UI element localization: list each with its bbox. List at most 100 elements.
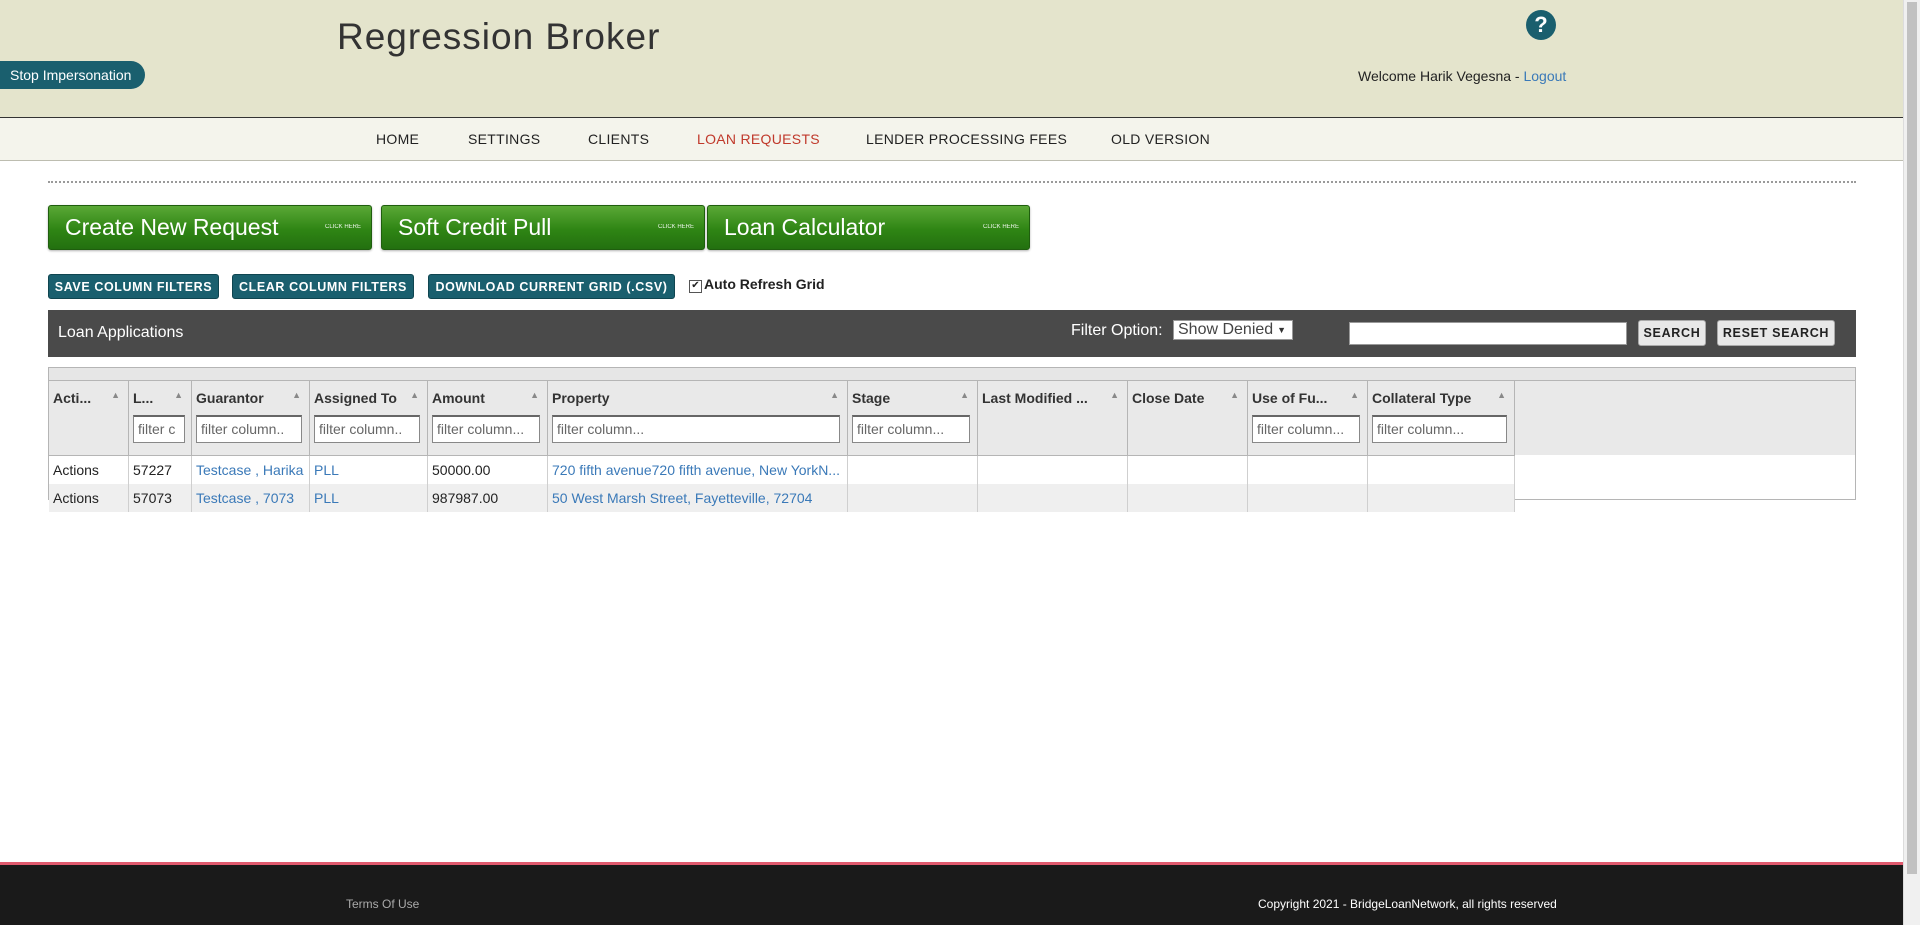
column-label: Close Date [1132,390,1205,406]
stop-impersonation-button[interactable]: Stop Impersonation [0,61,146,89]
table-row: Actions 57227 Testcase , Harika PLL 5000… [49,456,1515,484]
page-title: Regression Broker [337,16,661,57]
nav-lender-processing-fees[interactable]: LENDER PROCESSING FEES [866,131,1067,147]
sort-icon[interactable]: ▲ [292,390,301,400]
sort-icon[interactable]: ▲ [1110,390,1119,400]
column-header-stage[interactable]: Stage ▲ filter column... [848,381,978,455]
welcome-message: Welcome Harik Vegesna - Logout [1358,68,1566,84]
header: Regression Broker Stop Impersonation ? W… [0,0,1903,118]
search-button[interactable]: SEARCH [1638,320,1706,346]
save-column-filters-button[interactable]: SAVE COLUMN FILTERS [48,274,219,299]
soft-credit-pull-button[interactable]: Soft Credit Pull CLICK HERE [381,205,705,250]
cell-stage [848,456,978,484]
cell-loan-id: 57227 [129,456,192,484]
table-top-strip [49,368,1855,381]
create-new-request-button[interactable]: Create New Request CLICK HERE [48,205,372,250]
scrollbar-thumb[interactable] [1907,2,1917,874]
grid-title: Loan Applications [58,324,184,341]
cell-guarantor[interactable]: Testcase , 7073 [192,484,310,512]
column-header-close-date[interactable]: Close Date ▲ [1128,381,1248,455]
cell-collateral-type [1368,484,1515,512]
filter-option-select[interactable]: Show Denied ▼ [1173,320,1293,340]
column-label: Acti... [53,390,92,406]
filter-input-property[interactable]: filter column... [552,415,840,443]
filter-input-loan-id[interactable]: filter c [133,415,185,443]
main-nav: HOME SETTINGS CLIENTS LOAN REQUESTS LEND… [0,118,1903,161]
cell-actions[interactable]: Actions [49,484,129,512]
filter-option-label: Filter Option: [1071,322,1163,339]
cell-amount: 987987.00 [428,484,548,512]
soft-credit-pull-label: Soft Credit Pull [398,214,552,240]
column-header-amount[interactable]: Amount ▲ filter column... [428,381,548,455]
clear-column-filters-button[interactable]: CLEAR COLUMN FILTERS [232,274,414,299]
cell-close-date [1128,484,1248,512]
filter-input-collateral-type[interactable]: filter column... [1372,415,1507,443]
cell-property[interactable]: 50 West Marsh Street, Fayetteville, 7270… [548,484,848,512]
cell-property[interactable]: 720 fifth avenue720 fifth avenue, New Yo… [548,456,848,484]
loan-calculator-button[interactable]: Loan Calculator CLICK HERE [707,205,1030,250]
cell-assigned-to[interactable]: PLL [310,484,428,512]
auto-refresh-checkbox[interactable]: ✔ [689,280,702,293]
filter-input-use-of-funds[interactable]: filter column... [1252,415,1360,443]
cell-guarantor[interactable]: Testcase , Harika [192,456,310,484]
cell-actions[interactable]: Actions [49,456,129,484]
sort-icon[interactable]: ▲ [960,390,969,400]
copyright-text: Copyright 2021 - BridgeLoanNetwork, all … [1258,897,1557,911]
filter-input-amount[interactable]: filter column... [432,415,540,443]
cell-assigned-to[interactable]: PLL [310,456,428,484]
nav-old-version[interactable]: OLD VERSION [1111,131,1210,147]
welcome-text: Welcome Harik Vegesna - [1358,68,1524,84]
terms-of-use-link[interactable]: Terms Of Use [346,897,419,911]
sort-icon[interactable]: ▲ [174,390,183,400]
table-row: Actions 57073 Testcase , 7073 PLL 987987… [49,484,1515,512]
column-label: Stage [852,390,891,406]
nav-loan-requests[interactable]: LOAN REQUESTS [697,131,820,147]
create-new-request-label: Create New Request [65,214,279,240]
logout-link[interactable]: Logout [1523,68,1566,84]
column-header-property[interactable]: Property ▲ filter column... [548,381,848,455]
search-input[interactable] [1349,322,1627,345]
column-label: Guarantor [196,390,264,406]
column-header-collateral-type[interactable]: Collateral Type ▲ filter column... [1368,381,1515,455]
header-filler [1515,381,1855,455]
column-label: Amount [432,390,485,406]
click-here-label: CLICK HERE [982,224,1019,230]
column-header-guarantor[interactable]: Guarantor ▲ filter column.. [192,381,310,455]
cell-last-modified [978,484,1128,512]
column-header-last-modified[interactable]: Last Modified ... ▲ [978,381,1128,455]
column-header-loan-id[interactable]: L... ▲ filter c [129,381,192,455]
help-icon[interactable]: ? [1526,10,1556,40]
sort-icon[interactable]: ▲ [111,390,120,400]
column-label: Last Modified ... [982,390,1088,406]
filter-input-guarantor[interactable]: filter column.. [196,415,302,443]
sort-icon[interactable]: ▲ [410,390,419,400]
column-label: Property [552,390,610,406]
filter-input-stage[interactable]: filter column... [852,415,970,443]
loan-applications-table: Acti... ▲ L... ▲ filter c Guarantor ▲ fi… [48,367,1856,512]
download-csv-button[interactable]: DOWNLOAD CURRENT GRID (.CSV) [428,274,675,299]
divider [48,181,1856,183]
column-label: Collateral Type [1372,390,1472,406]
click-here-label: CLICK HERE [324,224,361,230]
sort-icon[interactable]: ▲ [1230,390,1239,400]
nav-clients[interactable]: CLIENTS [588,131,649,147]
cell-close-date [1128,456,1248,484]
sort-icon[interactable]: ▲ [1497,390,1506,400]
chevron-down-icon: ▼ [1277,325,1286,335]
filter-input-assigned-to[interactable]: filter column.. [314,415,420,443]
sort-icon[interactable]: ▲ [530,390,539,400]
nav-settings[interactable]: SETTINGS [468,131,540,147]
sort-icon[interactable]: ▲ [1350,390,1359,400]
vertical-scrollbar[interactable] [1903,0,1920,925]
reset-search-button[interactable]: RESET SEARCH [1717,320,1835,346]
cell-loan-id: 57073 [129,484,192,512]
column-header-use-of-funds[interactable]: Use of Fu... ▲ filter column... [1248,381,1368,455]
nav-home[interactable]: HOME [376,131,419,147]
column-header-assigned-to[interactable]: Assigned To ▲ filter column.. [310,381,428,455]
filter-option-value: Show Denied [1178,321,1274,338]
sort-icon[interactable]: ▲ [830,390,839,400]
column-label: Assigned To [314,390,397,406]
auto-refresh-toggle[interactable]: ✔ Auto Refresh Grid [689,276,825,293]
column-header-actions[interactable]: Acti... ▲ [49,381,129,455]
column-label: Use of Fu... [1252,390,1328,406]
